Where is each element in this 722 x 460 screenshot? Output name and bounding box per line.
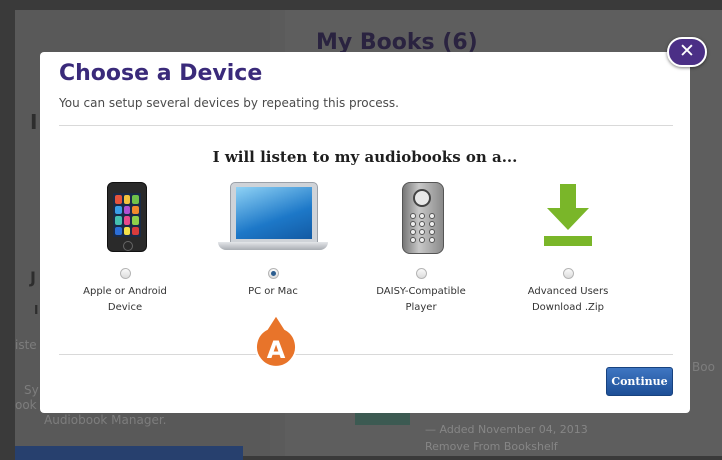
- close-dialog-button[interactable]: ✕: [667, 37, 707, 67]
- callout-letter: A: [267, 336, 286, 364]
- divider: [59, 125, 673, 126]
- background-sidebar-letter: I: [30, 110, 38, 134]
- background-sidebar-text: iste: [15, 338, 37, 352]
- laptop-icon: [208, 180, 338, 258]
- callout-marker: A: [255, 315, 297, 368]
- device-option-apple-android[interactable]: Apple or Android Device: [60, 180, 190, 316]
- choose-device-dialog: Choose a Device You can setup several de…: [40, 52, 690, 413]
- option-label: Apple or Android Device: [83, 286, 167, 313]
- download-arrow-icon: [503, 180, 633, 258]
- divider: [59, 354, 673, 355]
- dialog-title: Choose a Device: [59, 61, 263, 86]
- radio-download-zip[interactable]: [562, 268, 574, 279]
- radio-pc-mac[interactable]: [267, 268, 279, 279]
- background-sidebar-letter: J: [30, 268, 36, 287]
- background-sidebar-letter: I: [34, 303, 39, 317]
- device-option-pc-mac[interactable]: PC or Mac: [208, 180, 338, 300]
- dialog-subtitle: You can setup several devices by repeati…: [59, 96, 399, 110]
- background-sidebar-text: ook: [15, 398, 37, 412]
- background-right-text: Boo: [692, 360, 715, 374]
- background-remove-link[interactable]: Remove From Bookshelf: [425, 440, 558, 453]
- device-option-daisy-player[interactable]: DAISY-Compatible Player: [356, 180, 486, 316]
- continue-button[interactable]: Continue: [606, 367, 673, 396]
- background-sidebar-text: Audiobook Manager.: [44, 413, 167, 427]
- option-label: Advanced Users Download .Zip: [527, 286, 609, 313]
- background-book-added: — Added November 04, 2013: [425, 423, 588, 436]
- option-label: DAISY-Compatible Player: [376, 286, 466, 313]
- device-prompt: I will listen to my audiobooks on a...: [212, 148, 518, 166]
- device-option-download-zip[interactable]: Advanced Users Download .Zip: [503, 180, 633, 316]
- background-button: [15, 446, 243, 460]
- option-label: PC or Mac: [248, 286, 298, 297]
- radio-apple-android[interactable]: [119, 268, 131, 279]
- smartphone-icon: [60, 180, 190, 258]
- daisy-player-icon: [356, 180, 486, 258]
- background-sidebar-text: Sy: [24, 383, 39, 397]
- radio-daisy-player[interactable]: [415, 268, 427, 279]
